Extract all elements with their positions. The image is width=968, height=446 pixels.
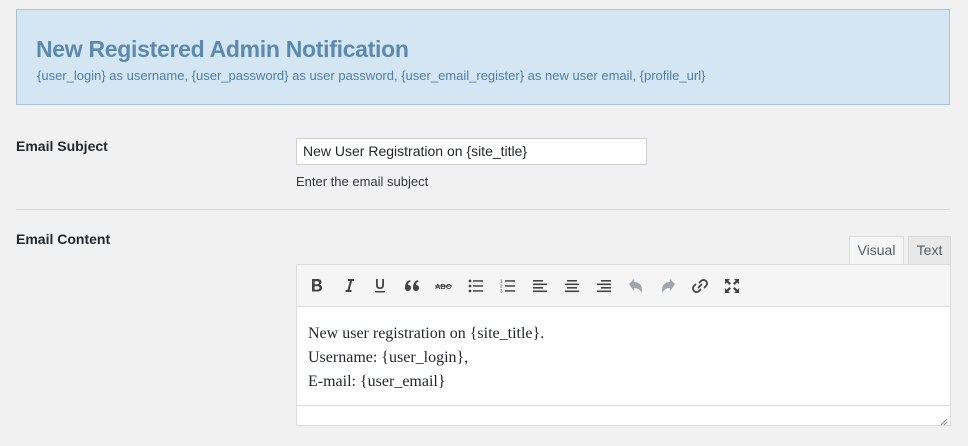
content-line: E-mail: {user_email} (308, 373, 446, 390)
align-center-icon[interactable] (560, 274, 584, 298)
email-content-label: Email Content (16, 231, 111, 247)
align-left-icon[interactable] (528, 274, 552, 298)
svg-text:3: 3 (500, 289, 503, 293)
tab-visual[interactable]: Visual (849, 236, 904, 265)
email-content-editor[interactable]: ABC 123 New user registration on {site_t… (296, 264, 951, 426)
bold-icon[interactable] (305, 274, 329, 298)
tab-text[interactable]: Text (908, 236, 951, 265)
redo-icon[interactable] (656, 274, 680, 298)
editor-statusbar (297, 405, 950, 426)
content-line: New user registration on {site_title}. (308, 325, 545, 342)
email-subject-label: Email Subject (16, 138, 108, 154)
email-subject-hint: Enter the email subject (296, 174, 429, 189)
section-divider (16, 209, 950, 210)
strikethrough-icon[interactable]: ABC (432, 274, 456, 298)
numbered-list-icon[interactable]: 123 (496, 274, 520, 298)
placeholder-description: {user_login} as username, {user_password… (37, 68, 706, 83)
notification-title: New Registered Admin Notification (36, 36, 409, 62)
content-line: Username: {user_login}, (308, 349, 469, 366)
link-icon[interactable] (688, 274, 712, 298)
notification-banner: New Registered Admin Notification {user_… (16, 9, 950, 105)
editor-toolbar: ABC 123 (297, 265, 950, 307)
email-subject-input[interactable]: New User Registration on {site_title} (296, 138, 647, 165)
fullscreen-icon[interactable] (720, 274, 744, 298)
blockquote-icon[interactable] (400, 274, 424, 298)
undo-icon[interactable] (624, 274, 648, 298)
underline-icon[interactable] (368, 274, 392, 298)
resize-handle-icon[interactable] (938, 413, 948, 426)
align-right-icon[interactable] (592, 274, 616, 298)
italic-icon[interactable] (337, 274, 361, 298)
editor-content[interactable]: New user registration on {site_title}. U… (308, 322, 544, 394)
bullet-list-icon[interactable] (464, 274, 488, 298)
